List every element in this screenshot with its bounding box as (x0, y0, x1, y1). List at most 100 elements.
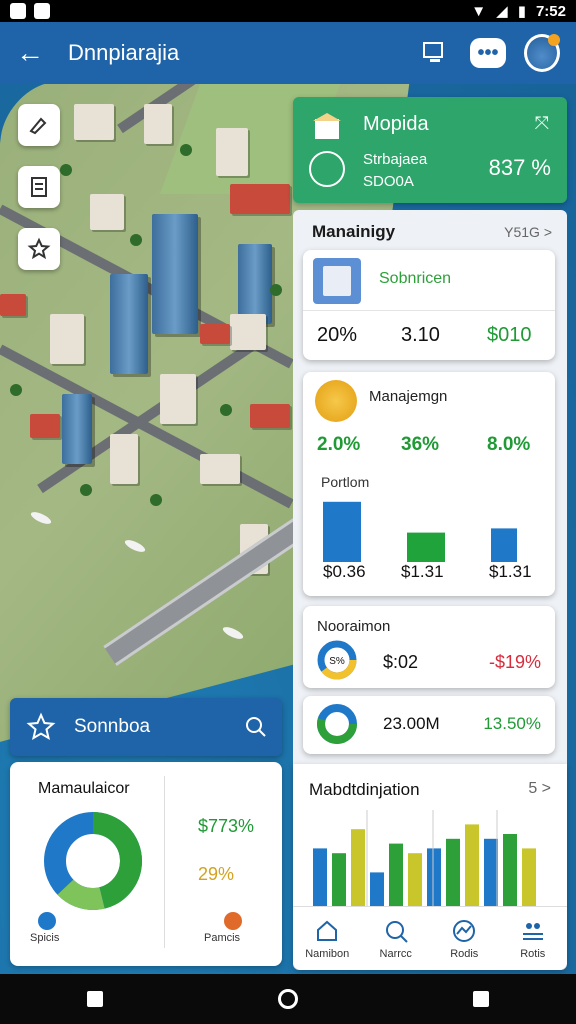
home-icon (317, 920, 338, 941)
kpi-subtitle-2: SDO0A (363, 173, 414, 190)
percent-value: $773% (198, 816, 255, 836)
kpi-value: 837 % (488, 155, 551, 180)
card-value: $010 (487, 324, 532, 346)
percent-value: 2.0% (317, 434, 361, 455)
pen-icon (29, 117, 47, 135)
nav-label: Narrcc (379, 947, 412, 960)
pen-tool-button[interactable] (18, 104, 60, 146)
status-bar: ▼ ◢ ▮ 7:52 (0, 0, 576, 22)
nav-item-home[interactable]: Namibon (293, 907, 362, 970)
section-more-link[interactable]: Y51G > (504, 224, 552, 240)
chart-bar (427, 848, 441, 906)
percent-value: 8.0% (487, 434, 531, 455)
manufacturer-card[interactable]: Mamaulaicor $773% 29% Spicis Pamcis (10, 762, 282, 966)
card-label: Sobnricen (379, 270, 452, 287)
card-more-link[interactable]: 5 > (528, 780, 551, 798)
app-title: Dnnpiarajia (68, 40, 180, 65)
chat-button[interactable]: ••• (470, 35, 506, 71)
summary-card[interactable]: Sobnricen 20% 3.10 $010 (303, 250, 555, 360)
divider (164, 776, 165, 948)
s-icon (38, 912, 56, 930)
card-value: 3.10 (401, 324, 440, 346)
app-bar: ← Dnnpiarajia ••• (0, 22, 576, 84)
monitoring-card[interactable]: Nooraimon S% $:02 -$19% (303, 606, 555, 688)
back-arrow-icon[interactable]: ← (16, 37, 50, 69)
notification-icon (34, 3, 50, 19)
chart-bar (332, 853, 346, 906)
percent-value: 29% (198, 864, 235, 884)
chart-bar (503, 834, 517, 906)
search-bar[interactable]: Sonnboa (10, 698, 282, 756)
search-icon[interactable] (244, 715, 268, 739)
back-button[interactable] (472, 991, 489, 1007)
card-title: Mamaulaicor (38, 780, 130, 797)
donut-chart (317, 704, 357, 744)
negative-change: -$19% (488, 652, 541, 672)
clock: 7:52 (535, 2, 566, 20)
building-icon (313, 113, 341, 139)
wifi-icon: ▼ (471, 2, 487, 20)
nav-label: Rotis (520, 947, 546, 960)
chart-bar (323, 501, 361, 562)
chart-bar (389, 843, 403, 906)
percent-value: 36% (401, 434, 440, 455)
chart-bar (351, 829, 365, 906)
volume-card[interactable]: 23.00M 13.50% (303, 696, 555, 754)
search-text: Sonnboa (74, 716, 151, 737)
card-value: 20% (317, 324, 358, 346)
divider (303, 310, 555, 311)
section-title: Manainigy (312, 222, 396, 241)
kpi-title: Mopida (363, 113, 429, 135)
star-icon (27, 237, 51, 260)
building-thumbnail (313, 258, 361, 304)
notification-icons (10, 3, 50, 19)
money-value: $1.31 (489, 562, 532, 581)
nav-item-profile[interactable]: Rotis (499, 907, 568, 970)
signal-icon: ◢ (496, 3, 508, 20)
card-title: Mabdtdinjation (309, 780, 420, 799)
card-value: 23.00M (383, 714, 440, 733)
more-dots-icon: ••• (470, 38, 506, 68)
chart-bar (465, 824, 479, 906)
device-icon[interactable] (416, 35, 452, 71)
nav-label: Namibon (305, 947, 350, 960)
swap-icon[interactable]: ⤧ (535, 113, 549, 134)
document-tool-button[interactable] (18, 166, 60, 208)
system-nav-bar (0, 974, 576, 1024)
search-icon (385, 920, 408, 943)
chart-bar (491, 528, 517, 562)
chart-bar (484, 838, 498, 906)
money-value: $0.36 (323, 562, 366, 581)
notification-icon (10, 3, 26, 19)
company-logo (315, 380, 357, 422)
legend-label: Pamcis (204, 932, 241, 944)
donut-label: S% (329, 656, 345, 667)
money-value: $1.31 (401, 562, 444, 581)
status-icons: ▼ ◢ ▮ 7:52 (471, 2, 566, 21)
chart-bar (408, 853, 422, 906)
favorite-tool-button[interactable] (18, 228, 60, 270)
donut-chart: S% (317, 640, 357, 680)
document-icon (31, 177, 47, 197)
nav-item-search[interactable]: Narrcc (362, 907, 431, 970)
portfolio-bar-chart (323, 501, 517, 562)
star-icon[interactable] (24, 712, 58, 742)
home-button[interactable] (277, 989, 298, 1009)
management-card[interactable]: Manajemgn 2.0% 36% 8.0% Portlom $0.36 $1… (303, 372, 555, 596)
card-label: Manajemgn (369, 388, 448, 405)
positive-change: 13.50% (483, 714, 541, 733)
card-label: Nooraimon (317, 618, 391, 635)
profile-button[interactable] (524, 34, 560, 72)
card-value: $:02 (383, 652, 419, 672)
chart-bar (522, 848, 536, 906)
avatar (524, 34, 560, 72)
nav-item-analytics[interactable]: Rodis (430, 907, 499, 970)
kpi-card[interactable]: Mopida ⤧ Strbajaea SDO0A 837 % (293, 97, 567, 203)
recents-button[interactable] (87, 991, 104, 1007)
section-header: Manainigy Y51G > (312, 222, 552, 242)
chart-label: Portlom (321, 474, 370, 490)
nav-label: Rodis (450, 947, 479, 960)
legend-label: Spicis (30, 932, 60, 944)
people-icon (522, 922, 543, 940)
p-icon (224, 912, 242, 930)
